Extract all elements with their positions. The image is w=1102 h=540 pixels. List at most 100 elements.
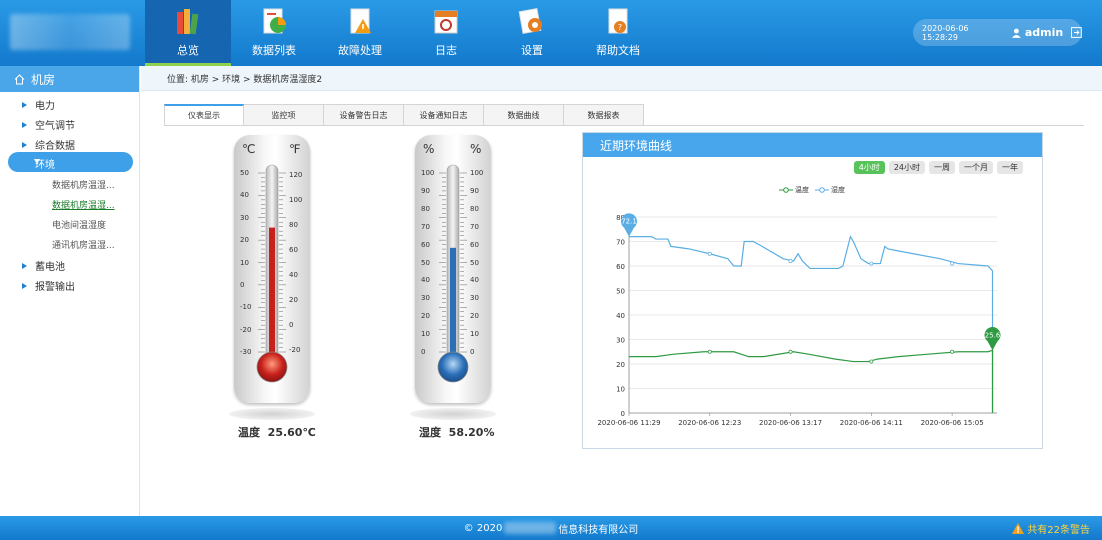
- scale-tick-label: 100: [289, 196, 303, 205]
- tab-device-notice-log[interactable]: 设备通知日志: [404, 104, 484, 126]
- legend-swatch-temperature: [779, 187, 793, 193]
- value-pin-label: 72.1: [621, 218, 637, 226]
- expand-arrow-icon: [22, 101, 27, 108]
- scale-tick-label: 60: [470, 240, 479, 249]
- y-tick-label: 70: [616, 239, 625, 247]
- y-tick-label: 40: [616, 312, 625, 320]
- nav-data-list[interactable]: 数据列表: [231, 0, 317, 66]
- scale-tick-label: 10: [421, 330, 430, 339]
- scale-tick-label: 40: [289, 270, 298, 279]
- data-point: [707, 349, 712, 354]
- sidebar-item-power[interactable]: 电力: [22, 97, 55, 112]
- temperature-label: 温度: [238, 426, 260, 439]
- scale-tick-label: -20: [240, 325, 252, 334]
- scale-tick-label: 80: [470, 204, 479, 213]
- report-chart-icon: [263, 8, 286, 34]
- environment-line-chart: 010203040506070802020-06-06 11:29 2020-06…: [597, 213, 1001, 427]
- scale-tick-label: 100: [421, 169, 435, 177]
- range-button-24h[interactable]: 24小时: [888, 161, 925, 174]
- nav-label: 总览: [177, 44, 199, 57]
- nav-label: 日志: [435, 44, 457, 57]
- scale-tick-label: 70: [421, 222, 430, 231]
- sidebar-subitem-telecom-room-th[interactable]: 通讯机房温湿...: [52, 238, 115, 251]
- sidebar-item-air-conditioning[interactable]: 空气调节: [22, 117, 75, 132]
- y-tick-label: 20: [616, 361, 625, 369]
- chart-panel-title: 近期环境曲线: [583, 133, 1042, 157]
- tab-bar: 仪表显示 监控项 设备警告日志 设备通知日志 数据曲线 数据报表: [164, 104, 644, 126]
- thermometer-bulb: [437, 351, 469, 383]
- scale-tick-label: 120: [289, 171, 303, 180]
- scale-tick-label: -10: [240, 303, 252, 312]
- tab-data-report[interactable]: 数据报表: [564, 104, 644, 126]
- alert-summary[interactable]: 共有22条警告: [1012, 521, 1090, 536]
- scale-tick-label: 0: [240, 280, 245, 289]
- nav-label: 帮助文档: [596, 44, 640, 57]
- sidebar-title: 机房: [31, 72, 56, 87]
- gauge-shadow: [229, 408, 315, 420]
- scale-tick-label: -20: [289, 345, 301, 354]
- scale-tick-label: 20: [470, 312, 479, 321]
- username[interactable]: admin: [1025, 26, 1063, 39]
- home-icon: [14, 73, 25, 84]
- scale-tick-label: 10: [470, 330, 479, 339]
- range-button-month[interactable]: 一个月: [959, 161, 993, 174]
- sidebar-subitem-datacenter-th-1[interactable]: 数据机房温湿...: [52, 178, 115, 191]
- scale-tick-label: 100: [470, 169, 484, 177]
- sidebar-item-label: 电力: [35, 101, 55, 112]
- temperature-readout: 温度 25.60℃: [238, 424, 316, 440]
- sidebar-item-label: 空气调节: [35, 121, 75, 132]
- scale-tick-label: 40: [470, 276, 479, 285]
- sidebar-item-alarm-output[interactable]: 报警输出: [22, 278, 75, 293]
- tab-monitor-items[interactable]: 监控项: [244, 104, 324, 126]
- range-button-week[interactable]: 一周: [929, 161, 955, 174]
- tab-device-warning-log[interactable]: 设备警告日志: [324, 104, 404, 126]
- help-document-icon: ?: [608, 8, 628, 34]
- copyright-prefix: © 2020: [463, 522, 503, 534]
- sidebar-subitem-datacenter-th-2[interactable]: 数据机房温湿...: [52, 198, 115, 211]
- chart-legend: 温度 湿度: [779, 185, 845, 195]
- legend-item-humidity[interactable]: 湿度: [815, 185, 845, 195]
- tab-gauge-display[interactable]: 仪表显示: [164, 104, 244, 126]
- legend-item-temperature[interactable]: 温度: [779, 185, 809, 195]
- sidebar-item-battery[interactable]: 蓄电池: [22, 258, 65, 273]
- expand-arrow-icon: [22, 141, 27, 148]
- main-nav: 总览 数据列表 故障处理 日志 设置 ? 帮助文档: [145, 0, 661, 66]
- tab-data-curve[interactable]: 数据曲线: [484, 104, 564, 126]
- nav-label: 数据列表: [252, 44, 296, 57]
- y-tick-label: 60: [616, 263, 625, 271]
- mercury-column: [269, 227, 275, 365]
- scale-tick-label: 40: [240, 191, 249, 200]
- scale-tick-label: 30: [240, 213, 249, 222]
- sidebar-header[interactable]: 机房: [0, 66, 139, 92]
- humidity-column: [450, 247, 456, 365]
- sidebar-item-label: 报警输出: [35, 282, 75, 293]
- data-point: [869, 359, 874, 364]
- expand-arrow-icon: [22, 121, 27, 128]
- data-point: [707, 251, 712, 256]
- range-button-4h[interactable]: 4小时: [853, 161, 885, 174]
- nav-help-docs[interactable]: ? 帮助文档: [575, 0, 661, 66]
- scale-tick-label: 60: [421, 240, 430, 249]
- range-button-year[interactable]: 一年: [997, 161, 1023, 174]
- sidebar-item-label: 综合数据: [35, 141, 75, 152]
- nav-label: 故障处理: [338, 44, 382, 57]
- x-tick-label: 2020-06-06 14:11: [840, 419, 903, 427]
- sidebar-item-environment[interactable]: [8, 152, 133, 172]
- scale-tick-label: 30: [470, 294, 479, 303]
- sidebar-subitem-battery-room-th[interactable]: 电池间温湿度: [52, 218, 106, 231]
- nav-fault-handling[interactable]: 故障处理: [317, 0, 403, 66]
- scale-tick-label: 10: [240, 258, 249, 267]
- settings-gear-icon: [518, 8, 542, 34]
- nav-settings[interactable]: 设置: [489, 0, 575, 66]
- scale-tick-label: 20: [289, 295, 298, 304]
- logout-icon[interactable]: [1071, 27, 1082, 38]
- scale-tick-label: 60: [289, 246, 298, 255]
- breadcrumb: 位置: 机房 > 环境 > 数据机房温湿度2: [141, 66, 1102, 91]
- expand-arrow-icon: [22, 262, 27, 269]
- humidity-label: 湿度: [419, 426, 441, 439]
- nav-log[interactable]: 日志: [403, 0, 489, 66]
- sidebar-item-integrated-data[interactable]: 综合数据: [22, 137, 75, 152]
- legend-label: 温度: [795, 186, 809, 194]
- nav-overview[interactable]: 总览: [145, 0, 231, 66]
- scale-tick-label: 0: [421, 348, 426, 356]
